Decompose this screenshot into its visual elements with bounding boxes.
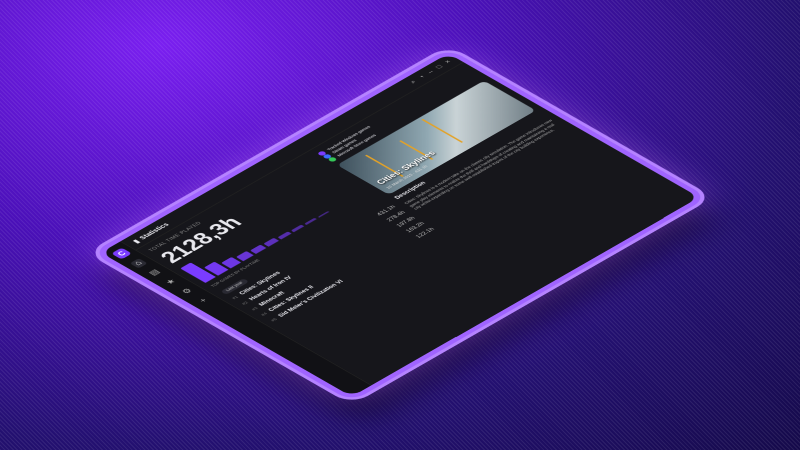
legend-dot-icon bbox=[327, 156, 338, 163]
maximize-icon[interactable]: □ bbox=[434, 64, 445, 70]
stats-icon[interactable]: ▤ bbox=[146, 268, 164, 278]
search-icon[interactable]: ⌕ bbox=[408, 79, 419, 85]
playtime-bar bbox=[221, 256, 242, 269]
app-logo: C bbox=[111, 247, 132, 260]
add-icon[interactable]: + bbox=[195, 296, 213, 306]
game-rank: #1 bbox=[231, 295, 241, 301]
game-rank: #5 bbox=[270, 317, 279, 323]
playtime-bar bbox=[263, 237, 279, 247]
notification-icon[interactable]: ◔ bbox=[416, 74, 427, 80]
minimize-icon[interactable]: – bbox=[425, 69, 436, 75]
game-rank: #3 bbox=[250, 306, 260, 312]
playtime-bar bbox=[277, 231, 292, 240]
star-icon[interactable]: ★ bbox=[162, 277, 180, 287]
game-rank: #4 bbox=[260, 312, 270, 317]
game-rank: #2 bbox=[241, 300, 250, 306]
home-icon[interactable]: ⌂ bbox=[129, 258, 148, 269]
playtime-bar bbox=[235, 250, 254, 262]
chart-icon: ▮ bbox=[130, 238, 141, 244]
close-icon[interactable]: × bbox=[443, 59, 454, 65]
settings-icon[interactable]: ⚙ bbox=[179, 286, 197, 296]
playtime-bar bbox=[249, 244, 267, 254]
